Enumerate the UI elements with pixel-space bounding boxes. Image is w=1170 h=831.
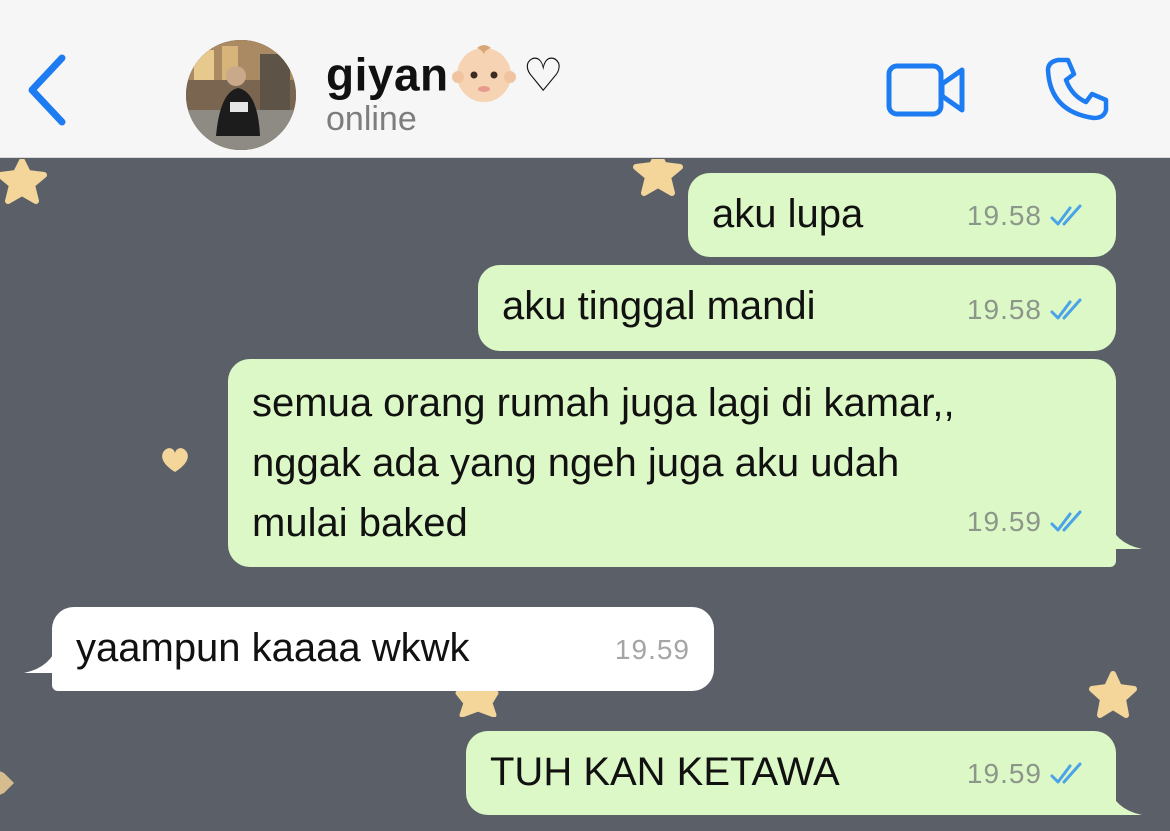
avatar[interactable] [186,40,296,150]
star-decoration-icon [633,159,683,196]
message-text: TUH KAN KETAWA [490,750,840,794]
chat-header: giyan ♡ online [0,0,1170,158]
message-text: yaampun kaaaa wkwk [76,626,470,670]
message-meta: 19.59 [967,745,1088,803]
message-bubble-outgoing[interactable]: aku tinggal mandi 19.58 [478,265,1116,351]
bubble-tail [1108,519,1142,549]
avatar-photo [186,40,296,150]
double-check-read-icon [1050,298,1082,320]
video-camera-icon [886,63,965,117]
bubble-tail [1108,785,1142,815]
message-meta: 19.58 [967,281,1088,339]
message-time: 19.58 [966,200,1042,231]
message-time: 19.59 [966,506,1042,537]
voice-call-button[interactable] [1044,56,1110,122]
message-text: aku lupa [712,192,864,236]
star-decoration-icon [1089,671,1137,718]
double-check-read-icon [1050,204,1082,226]
message-text: aku tinggal mandi [502,284,816,328]
double-check-read-icon [1050,510,1082,532]
message-meta: 19.59 [967,493,1088,551]
message-time: 19.58 [966,294,1042,325]
message-meta: 19.58 [967,187,1088,245]
bubble-tail [24,643,58,673]
star-decoration-icon [0,159,47,204]
message-time: 19.59 [966,758,1042,789]
back-button[interactable] [22,52,72,128]
message-bubble-outgoing[interactable]: aku lupa 19.58 [688,173,1116,257]
message-text: semua orang rumah juga lagi di kamar,, n… [252,381,955,545]
message-time: 19.59 [614,634,690,665]
chevron-left-icon [28,54,66,126]
heart-symbol: ♡ [522,48,565,101]
chat-area[interactable]: aku lupa 19.58 aku tinggal mandi 19.58 s… [0,159,1170,831]
contact-name-text: giyan [326,48,449,101]
video-call-button[interactable] [884,60,968,120]
heart-decoration-icon [162,448,188,472]
message-bubble-outgoing[interactable]: TUH KAN KETAWA 19.59 [466,731,1116,815]
message-meta: 19.59 [615,621,690,679]
baby-face-emoji-icon [451,40,517,117]
message-bubble-incoming[interactable]: yaampun kaaaa wkwk 19.59 [52,607,714,691]
phone-icon [1045,57,1109,121]
double-check-read-icon [1050,762,1082,784]
message-bubble-outgoing[interactable]: semua orang rumah juga lagi di kamar,, n… [228,359,1116,567]
star-decoration-icon [0,771,14,795]
star-decoration-icon [455,691,499,717]
contact-status: online [326,100,417,138]
